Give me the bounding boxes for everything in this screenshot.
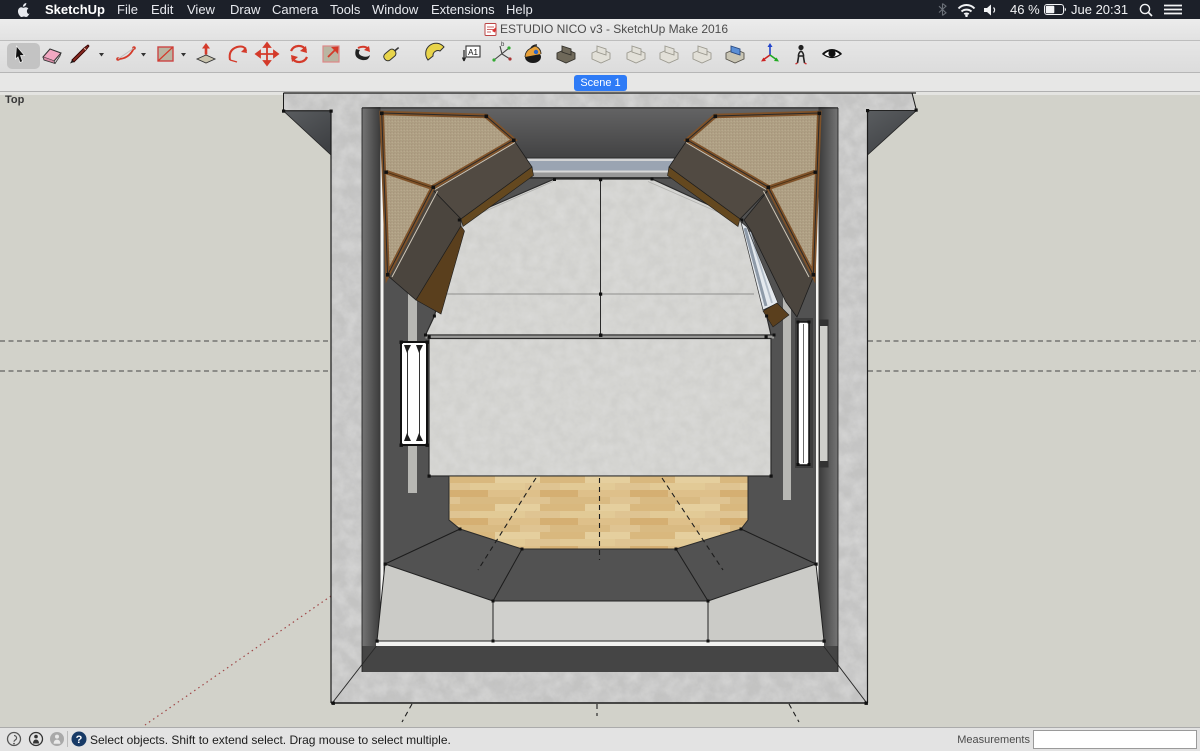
svg-text:A1: A1 bbox=[468, 48, 478, 57]
svg-text:?: ? bbox=[76, 734, 83, 746]
svg-text:b: b bbox=[501, 42, 505, 48]
